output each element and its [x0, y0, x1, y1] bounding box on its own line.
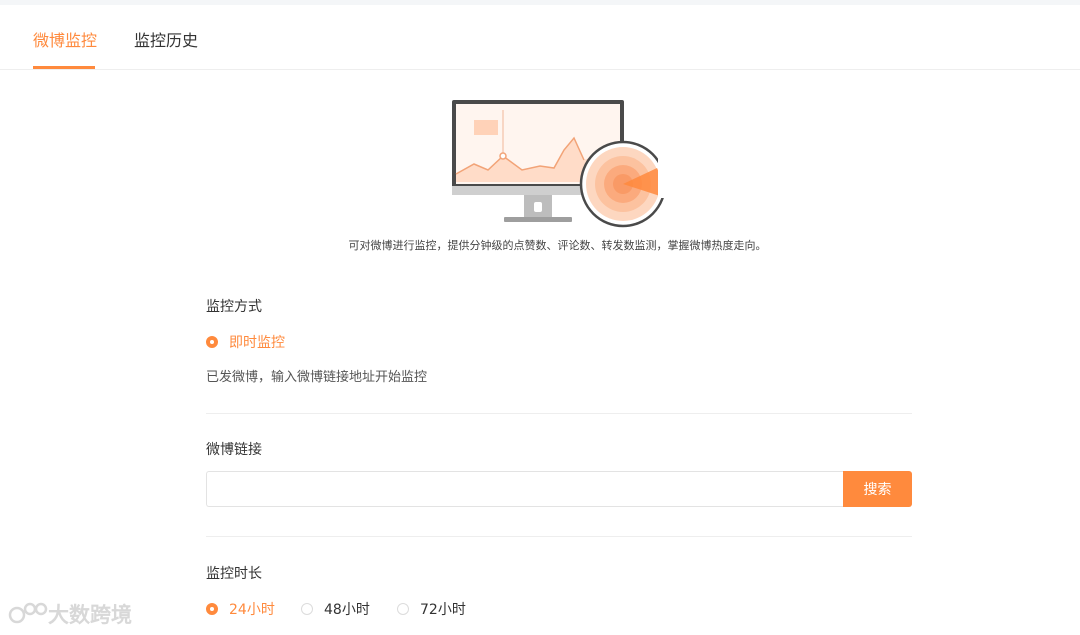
divider	[206, 413, 912, 414]
mode-option-instant[interactable]: 即时监控	[206, 332, 912, 352]
watermark-text: 大数跨境	[48, 603, 132, 627]
page-description: 可对微博进行监控，提供分钟级的点赞数、评论数、转发数监测，掌握微博热度走向。	[348, 239, 767, 252]
radio-48h-label: 48小时	[324, 602, 370, 618]
radio-instant-label: 即时监控	[229, 335, 285, 351]
duration-section-title: 监控时长	[206, 566, 262, 582]
tab-bar: 微博监控 监控历史	[0, 5, 1080, 70]
weibo-link-input[interactable]	[206, 471, 843, 507]
link-section-title: 微博链接	[206, 442, 262, 458]
mode-section: 监控方式	[206, 298, 912, 316]
radio-24h[interactable]	[206, 603, 218, 615]
radio-72h[interactable]	[397, 603, 409, 615]
mode-section-title: 监控方式	[206, 299, 262, 315]
radio-instant[interactable]	[206, 336, 218, 348]
tab-monitor-history[interactable]: 监控历史	[134, 31, 198, 51]
logo-icon	[8, 602, 48, 624]
tab-weibo-monitor[interactable]: 微博监控	[33, 31, 97, 51]
radio-48h[interactable]	[301, 603, 313, 615]
duration-option-48[interactable]: 48小时	[301, 599, 370, 619]
monitor-radar-illustration	[452, 98, 668, 228]
link-search-group: 搜索	[206, 471, 912, 507]
duration-section: 监控时长	[206, 565, 912, 583]
search-button[interactable]: 搜索	[843, 471, 912, 507]
link-section: 微博链接	[206, 441, 912, 459]
radio-24h-label: 24小时	[229, 602, 275, 618]
mode-hint: 已发微博，输入微博链接地址开始监控	[206, 370, 428, 385]
watermark: 大数跨境	[8, 599, 132, 629]
monitor-radar-icon	[452, 100, 668, 228]
duration-option-72[interactable]: 72小时	[397, 599, 466, 619]
duration-option-24[interactable]: 24小时	[206, 599, 275, 619]
active-tab-underline	[33, 66, 95, 69]
radio-72h-label: 72小时	[420, 602, 466, 618]
divider	[206, 536, 912, 537]
